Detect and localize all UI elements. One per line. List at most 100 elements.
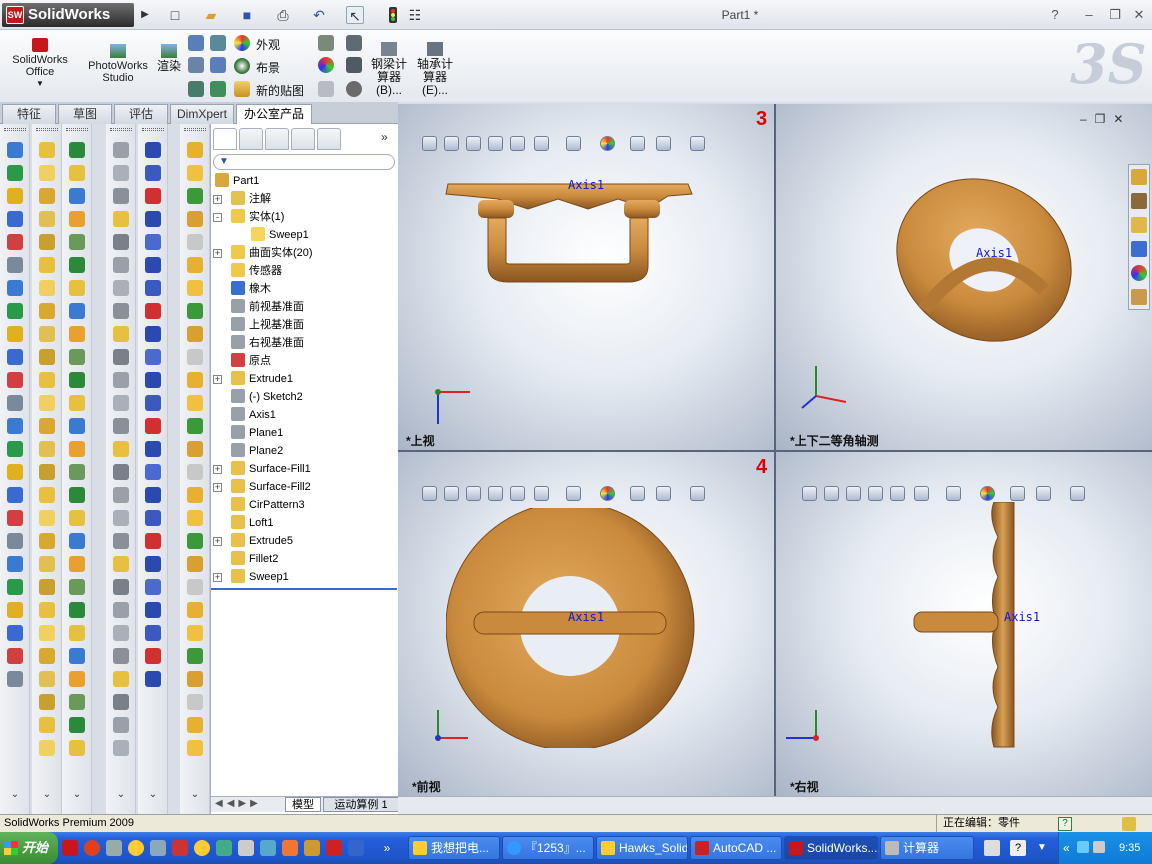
- toolbar-tool-icon[interactable]: [69, 533, 85, 549]
- display-style-icon[interactable]: [534, 136, 549, 151]
- toolbar-tool-icon[interactable]: [145, 280, 161, 296]
- taskbar-button[interactable]: AutoCAD ...: [690, 836, 782, 860]
- quicklaunch-icon[interactable]: [326, 840, 342, 856]
- zoom-area-icon[interactable]: [444, 486, 459, 501]
- taskbar-button[interactable]: 我想把电...: [408, 836, 500, 860]
- display-style-icon[interactable]: [914, 486, 929, 501]
- save-icon[interactable]: ■: [238, 6, 256, 24]
- toolbar-tool-icon[interactable]: [145, 533, 161, 549]
- previous-view-icon[interactable]: [466, 486, 481, 501]
- toolbar-tool-icon[interactable]: [145, 257, 161, 273]
- toolbar-tool-icon[interactable]: [7, 671, 23, 687]
- toolbar-tool-icon[interactable]: [69, 579, 85, 595]
- quicklaunch-icon[interactable]: [304, 840, 320, 856]
- toolbar-more-icon[interactable]: ⌄: [147, 790, 159, 800]
- tree-item[interactable]: (-) Sketch2: [231, 388, 303, 406]
- tool-icon[interactable]: [346, 81, 362, 97]
- edit-appearance-icon[interactable]: [600, 486, 615, 501]
- toolbar-tool-icon[interactable]: [187, 303, 203, 319]
- toolbar-tool-icon[interactable]: [39, 188, 55, 204]
- toolbar-tool-icon[interactable]: [39, 510, 55, 526]
- dimxpert-manager-tab-icon[interactable]: [291, 128, 315, 150]
- toolbar-tool-icon[interactable]: [113, 234, 129, 250]
- toolbar-tool-icon[interactable]: [39, 533, 55, 549]
- toolbar-tool-icon[interactable]: [69, 510, 85, 526]
- toolbar-tool-icon[interactable]: [7, 165, 23, 181]
- toolbar-tool-icon[interactable]: [187, 487, 203, 503]
- display-manager-tab-icon[interactable]: [317, 128, 341, 150]
- toolbar-tool-icon[interactable]: [187, 533, 203, 549]
- section-view-icon[interactable]: [488, 486, 503, 501]
- toolbar-tool-icon[interactable]: [39, 487, 55, 503]
- toolbar-tool-icon[interactable]: [113, 395, 129, 411]
- view-settings-icon[interactable]: [1036, 486, 1051, 501]
- toolbar-tool-icon[interactable]: [7, 234, 23, 250]
- toolbar-tool-icon[interactable]: [145, 303, 161, 319]
- toolbar-tool-icon[interactable]: [39, 349, 55, 365]
- toolbar-tool-icon[interactable]: [7, 418, 23, 434]
- display-tool-icon[interactable]: [210, 81, 226, 97]
- toolbar-tool-icon[interactable]: [187, 280, 203, 296]
- viewport-isometric[interactable]: –❐✕ Axis1 *上下二等角轴测: [776, 104, 1152, 450]
- view-settings-icon[interactable]: [656, 486, 671, 501]
- toolbar-tool-icon[interactable]: [69, 234, 85, 250]
- toolbar-tool-icon[interactable]: [113, 188, 129, 204]
- expand-icon[interactable]: +: [213, 375, 222, 384]
- toolbar-more-icon[interactable]: ⌄: [41, 790, 53, 800]
- toolbar-tool-icon[interactable]: [113, 441, 129, 457]
- toolbar-tool-icon[interactable]: [187, 418, 203, 434]
- toolbar-tool-icon[interactable]: [187, 211, 203, 227]
- toolbar-tool-icon[interactable]: [187, 694, 203, 710]
- rebuild-icon[interactable]: [384, 6, 402, 24]
- section-view-icon[interactable]: [488, 136, 503, 151]
- quicklaunch-icon[interactable]: [216, 840, 232, 856]
- close-icon[interactable]: ✕: [1130, 7, 1148, 23]
- toolbar-tool-icon[interactable]: [7, 579, 23, 595]
- edit-appearance-icon[interactable]: [980, 486, 995, 501]
- toolbar-grip[interactable]: [4, 128, 26, 131]
- toolbar-tool-icon[interactable]: [39, 280, 55, 296]
- toolbar-tool-icon[interactable]: [145, 395, 161, 411]
- keyboard-icon[interactable]: [984, 840, 1000, 856]
- property-manager-tab-icon[interactable]: [239, 128, 263, 150]
- toolbar-tool-icon[interactable]: [39, 257, 55, 273]
- toolbar-grip[interactable]: [36, 128, 58, 131]
- tree-item[interactable]: + Surface-Fill2: [213, 478, 311, 496]
- toolbar-tool-icon[interactable]: [7, 487, 23, 503]
- toolbar-tool-icon[interactable]: [7, 303, 23, 319]
- viewport-front[interactable]: 4 Axis1 *前视: [398, 452, 774, 796]
- toolbar-tool-icon[interactable]: [39, 441, 55, 457]
- design-library-icon[interactable]: [1131, 193, 1147, 209]
- tab-features[interactable]: 特征: [2, 104, 56, 124]
- toolbar-grip[interactable]: [66, 128, 88, 131]
- toolbar-tool-icon[interactable]: [7, 188, 23, 204]
- toolbar-tool-icon[interactable]: [187, 395, 203, 411]
- toolbar-tool-icon[interactable]: [7, 257, 23, 273]
- toolbar-tool-icon[interactable]: [69, 349, 85, 365]
- toolbar-more-icon[interactable]: ⌄: [115, 790, 127, 800]
- toolbar-tool-icon[interactable]: [145, 349, 161, 365]
- appearance-button[interactable]: 外观: [234, 35, 294, 53]
- toolbar-tool-icon[interactable]: [113, 510, 129, 526]
- tree-item[interactable]: + 注解: [213, 190, 271, 208]
- toolbar-tool-icon[interactable]: [7, 510, 23, 526]
- custom-properties-icon[interactable]: [1131, 289, 1147, 305]
- home-icon[interactable]: [1131, 169, 1147, 185]
- toolbar-tool-icon[interactable]: [187, 464, 203, 480]
- toolbar-tool-icon[interactable]: [69, 395, 85, 411]
- toolbar-tool-icon[interactable]: [113, 487, 129, 503]
- toolbar-tool-icon[interactable]: [69, 464, 85, 480]
- toolbar-tool-icon[interactable]: [113, 464, 129, 480]
- toolbar-tool-icon[interactable]: [69, 556, 85, 572]
- taskbar-button-active[interactable]: SolidWorks...: [784, 836, 878, 860]
- minimize-icon[interactable]: –: [1080, 7, 1098, 23]
- toolbar-tool-icon[interactable]: [113, 533, 129, 549]
- scene-button[interactable]: 布景: [234, 58, 294, 76]
- quicklaunch-icon[interactable]: [260, 840, 276, 856]
- toolbar-tool-icon[interactable]: [7, 602, 23, 618]
- toolbar-tool-icon[interactable]: [69, 165, 85, 181]
- toolbar-tool-icon[interactable]: [69, 441, 85, 457]
- quicklaunch-icon[interactable]: [150, 840, 166, 856]
- toolbar-tool-icon[interactable]: [39, 395, 55, 411]
- tree-item[interactable]: 上视基准面: [231, 316, 304, 334]
